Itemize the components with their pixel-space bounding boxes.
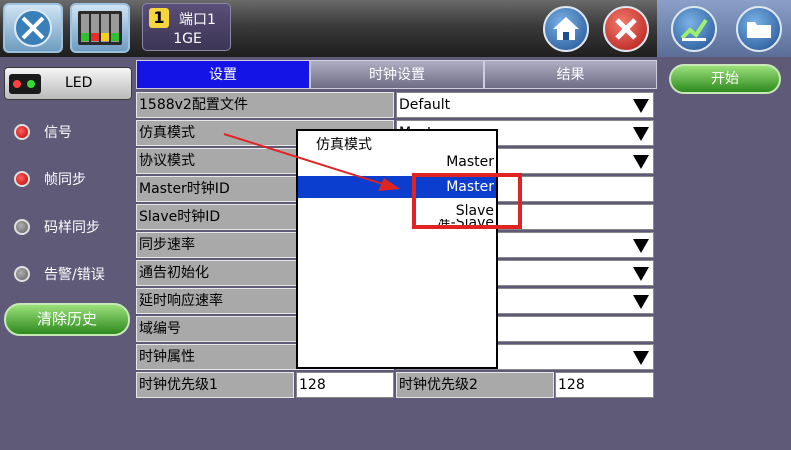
annotation-highlight-box [412, 173, 522, 229]
annotation-arrow [223, 133, 400, 191]
